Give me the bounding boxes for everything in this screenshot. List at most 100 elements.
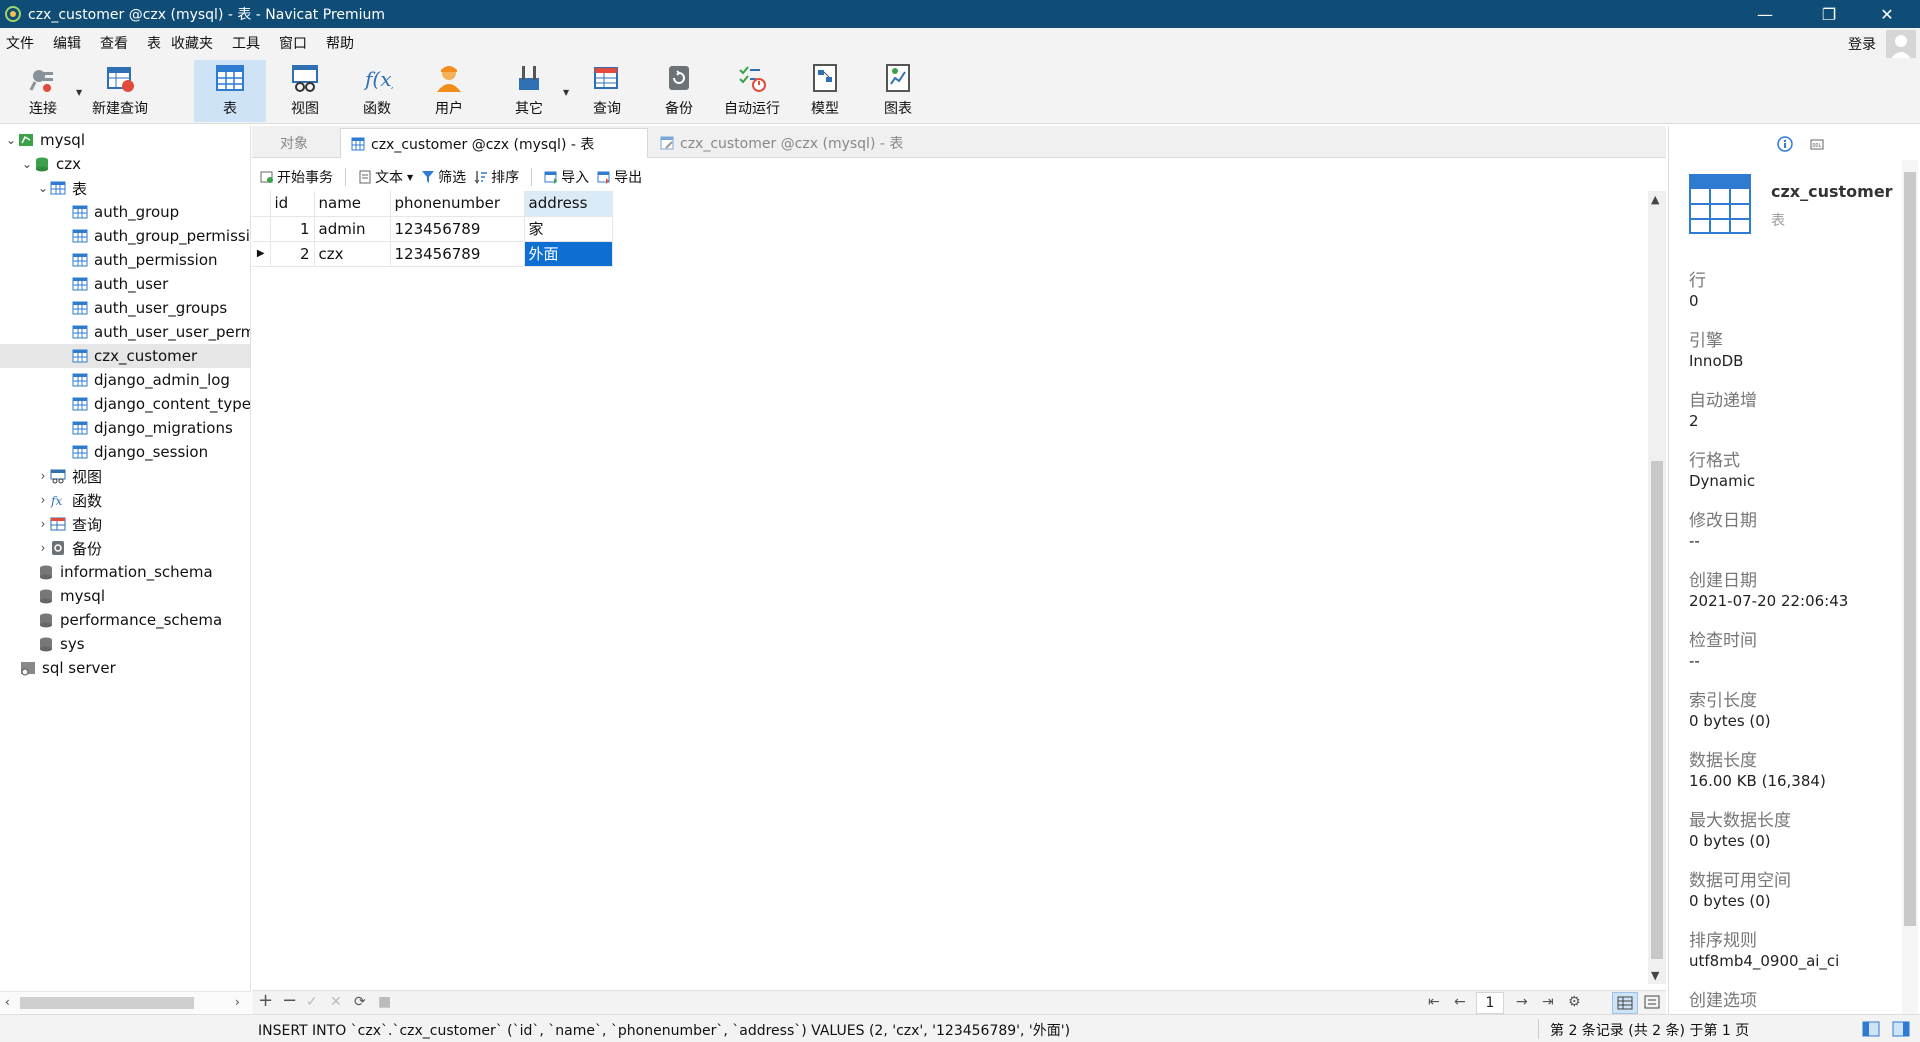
refresh-button[interactable]: ⟳ (354, 994, 366, 1010)
stop-button[interactable]: ■ (378, 994, 391, 1010)
cell-id[interactable]: 1 (270, 216, 315, 242)
menu-view[interactable]: 查看 (94, 33, 141, 53)
chart-button[interactable]: 图表 (873, 60, 923, 122)
tree-item-table-selected[interactable]: czx_customer (0, 344, 250, 368)
tree-item-backups-folder[interactable]: › 备份 (0, 536, 250, 560)
other-button[interactable]: 其它 (504, 60, 554, 122)
cell-phonenumber[interactable]: 123456789 (390, 216, 525, 242)
expand-icon[interactable]: › (36, 469, 50, 483)
login-link[interactable]: 登录 (1848, 34, 1876, 54)
text-view-button[interactable]: 文本 ▼ (358, 167, 413, 187)
begin-transaction-button[interactable]: 开始事务 (260, 167, 333, 187)
grid-settings-button[interactable]: ⚙ (1568, 994, 1581, 1010)
column-header-id[interactable]: id (270, 191, 315, 217)
menu-edit[interactable]: 编辑 (47, 33, 94, 53)
form-view-button[interactable] (1640, 992, 1666, 1014)
user-button[interactable]: 用户 (424, 60, 474, 122)
info-icon[interactable] (1777, 136, 1793, 152)
tree-item-table[interactable]: auth_group (0, 200, 250, 224)
first-page-button[interactable]: ⇤ (1428, 994, 1440, 1010)
toggle-right-panel-icon[interactable] (1892, 1020, 1910, 1038)
tree-item-queries-folder[interactable]: › 查询 (0, 512, 250, 536)
tree-item-table[interactable]: django_admin_log (0, 368, 250, 392)
cell-id[interactable]: 2 (270, 241, 315, 267)
tree-item-table[interactable]: auth_user_user_permissions (0, 320, 250, 344)
auto-run-button[interactable]: 自动运行 (720, 60, 784, 122)
page-number-input[interactable]: 1 (1476, 992, 1504, 1014)
close-button[interactable]: ✕ (1864, 0, 1910, 28)
tab-table-data-active[interactable]: czx_customer @czx (mysql) - 表 (340, 128, 648, 158)
function-button[interactable]: f(x) 函数 (352, 60, 402, 122)
scroll-right-icon[interactable]: › (235, 995, 240, 1009)
restore-button[interactable]: ❐ (1806, 0, 1852, 28)
tree-item-table[interactable]: auth_group_permissions (0, 224, 250, 248)
export-button[interactable]: 导出 (597, 167, 642, 187)
tab-objects[interactable]: 对象 (260, 128, 328, 158)
tree-item-table[interactable]: auth_user_groups (0, 296, 250, 320)
grid-view-button[interactable] (1612, 992, 1638, 1014)
prev-page-button[interactable]: ← (1454, 994, 1466, 1010)
menu-file[interactable]: 文件 (0, 33, 47, 53)
delete-record-button[interactable]: − (282, 990, 297, 1011)
menu-help[interactable]: 帮助 (320, 33, 367, 53)
menu-tools[interactable]: 工具 (226, 33, 273, 53)
query-button[interactable]: 查询 (582, 60, 632, 122)
sort-button[interactable]: 排序 (474, 167, 519, 187)
cell-name[interactable]: admin (314, 216, 391, 242)
scrollbar-thumb[interactable] (1904, 172, 1916, 926)
minimize-button[interactable]: — (1742, 0, 1788, 28)
backup-button[interactable]: 备份 (654, 60, 704, 122)
last-page-button[interactable]: ⇥ (1542, 994, 1554, 1010)
row-marker-cell[interactable] (252, 216, 271, 242)
tree-item-table[interactable]: auth_permission (0, 248, 250, 272)
add-record-button[interactable]: + (258, 990, 273, 1011)
next-page-button[interactable]: → (1516, 994, 1528, 1010)
avatar[interactable] (1886, 30, 1916, 60)
table-row[interactable]: 1 admin 123456789 家 (252, 216, 613, 242)
scrollbar-thumb[interactable] (1651, 461, 1663, 959)
column-header-address[interactable]: address (524, 191, 613, 217)
tree-item-table[interactable]: django_session (0, 440, 250, 464)
tree-item-functions-folder[interactable]: › fx 函数 (0, 488, 250, 512)
collapse-icon[interactable]: ⌄ (20, 157, 34, 171)
menu-window[interactable]: 窗口 (273, 33, 320, 53)
tree-item-database[interactable]: sys (0, 632, 250, 656)
cell-address[interactable]: 家 (524, 216, 613, 242)
apply-changes-button[interactable]: ✓ (306, 994, 318, 1010)
tree-item-sqlserver-connection[interactable]: sql server (0, 656, 250, 680)
scroll-up-icon[interactable]: ▲ (1651, 193, 1659, 206)
scroll-down-icon[interactable]: ▼ (1651, 969, 1659, 982)
connect-dropdown-icon[interactable]: ▼ (76, 88, 82, 97)
import-button[interactable]: 导入 (544, 167, 589, 187)
info-vertical-scrollbar[interactable] (1902, 160, 1918, 1014)
cell-address-selected[interactable]: 外面 (524, 241, 613, 267)
menu-favorites[interactable]: 收藏夹 (165, 33, 226, 53)
tree-item-mysql-connection[interactable]: ⌄ mysql (0, 128, 250, 152)
tree-item-table[interactable]: auth_user (0, 272, 250, 296)
cell-phonenumber[interactable]: 123456789 (390, 241, 525, 267)
expand-icon[interactable]: › (36, 541, 50, 555)
view-button[interactable]: 视图 (280, 60, 330, 122)
tree-item-table[interactable]: django_content_type (0, 392, 250, 416)
grid-vertical-scrollbar[interactable]: ▲ ▼ (1648, 191, 1666, 984)
tree-item-table[interactable]: django_migrations (0, 416, 250, 440)
scrollbar-thumb[interactable] (20, 997, 194, 1009)
tree-horizontal-scrollbar[interactable]: ‹ › (0, 991, 251, 1013)
menu-table[interactable]: 表 (141, 33, 165, 53)
model-button[interactable]: 模型 (800, 60, 850, 122)
table-button[interactable]: 表 (194, 60, 266, 122)
collapse-icon[interactable]: ⌄ (36, 181, 50, 195)
connect-button[interactable]: 连接 (18, 60, 68, 122)
tree-item-views-folder[interactable]: › 视图 (0, 464, 250, 488)
expand-icon[interactable]: › (36, 493, 50, 507)
tree-item-tables-folder[interactable]: ⌄ 表 (0, 176, 250, 200)
tab-table-design[interactable]: czx_customer @czx (mysql) - 表 (650, 128, 952, 158)
toggle-left-panel-icon[interactable] (1862, 1020, 1880, 1038)
tree-item-database[interactable]: performance_schema (0, 608, 250, 632)
column-header-name[interactable]: name (314, 191, 391, 217)
scroll-left-icon[interactable]: ‹ (5, 995, 10, 1009)
collapse-icon[interactable]: ⌄ (4, 133, 18, 147)
tree-item-czx-database[interactable]: ⌄ czx (0, 152, 250, 176)
cell-name[interactable]: czx (314, 241, 391, 267)
discard-changes-button[interactable]: ✕ (330, 994, 342, 1010)
